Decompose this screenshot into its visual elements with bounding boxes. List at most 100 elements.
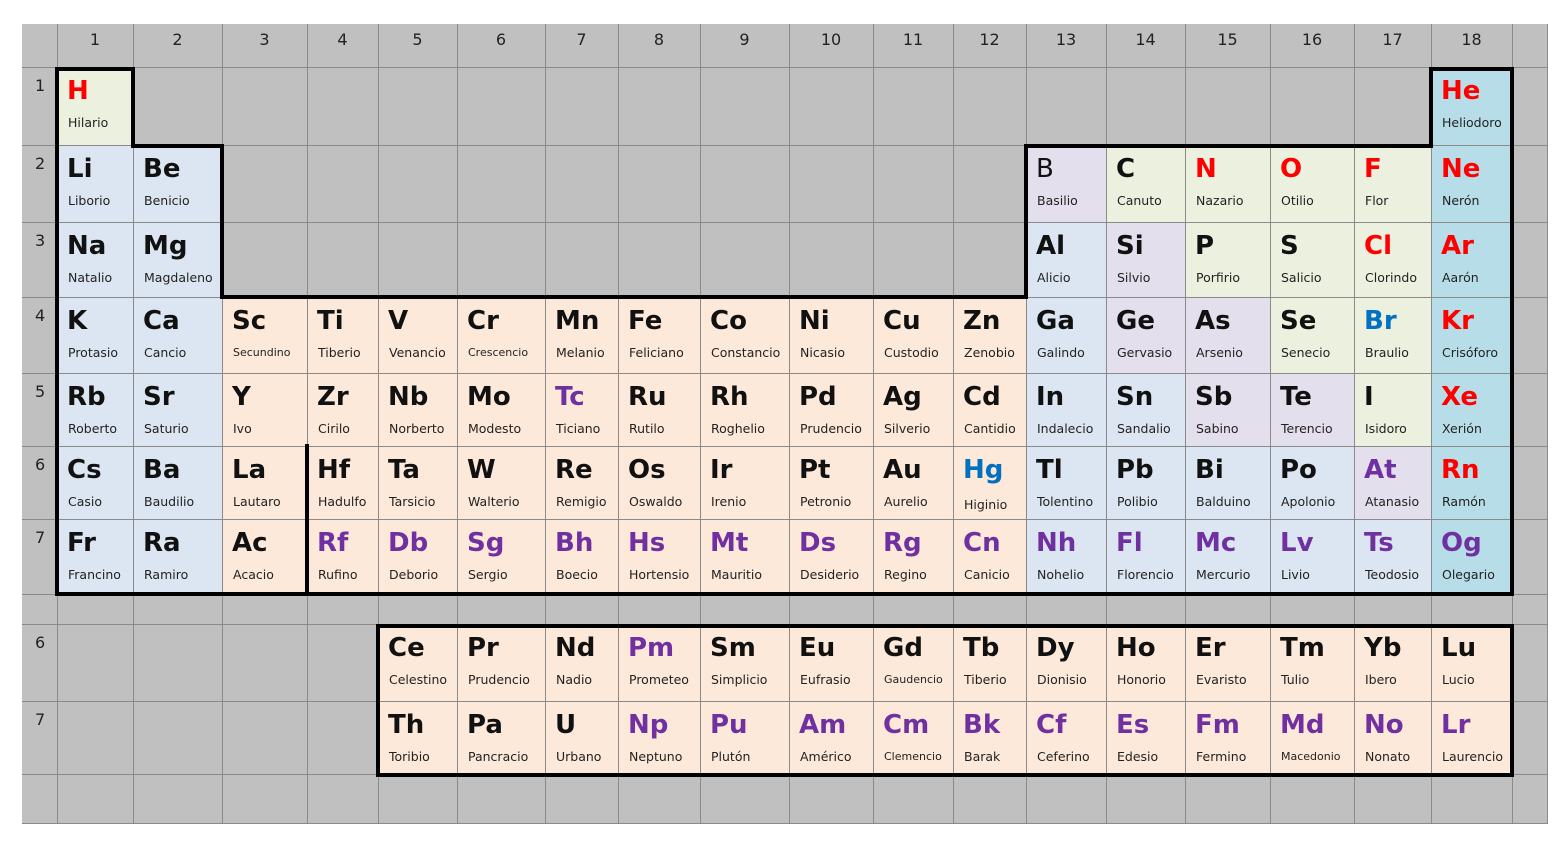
element-symbol: Pd	[799, 382, 837, 412]
element-symbol: H	[67, 76, 89, 106]
element-cell-co: Co Constancio	[701, 298, 789, 373]
element-cell-gd: Gd Gaudencio	[874, 625, 953, 701]
element-symbol: Rg	[883, 528, 922, 558]
element-name: Polibio	[1117, 494, 1158, 509]
element-symbol: Md	[1280, 710, 1325, 740]
element-name: Lautaro	[233, 494, 281, 509]
outline-border	[1024, 144, 1433, 148]
element-symbol: Cr	[467, 306, 499, 336]
element-name: Melanio	[556, 345, 605, 360]
element-name: Francino	[68, 567, 121, 582]
element-cell-cn: Cn Canicio	[954, 520, 1026, 594]
element-name: Balduino	[1196, 494, 1251, 509]
element-name: Ramón	[1442, 494, 1486, 509]
group-number-header: 18	[1461, 30, 1482, 49]
element-name: Laurencio	[1442, 749, 1504, 764]
element-symbol: At	[1364, 455, 1397, 485]
element-symbol: Pt	[799, 455, 831, 485]
element-name: Olegario	[1442, 567, 1495, 582]
element-cell-fl: Fl Florencio	[1107, 520, 1185, 594]
element-symbol: Hf	[317, 455, 351, 485]
element-name: Neptuno	[629, 749, 683, 764]
element-name: Clemencio	[884, 750, 942, 763]
element-cell-nh: Nh Nohelio	[1027, 520, 1106, 594]
element-name: Nerón	[1442, 193, 1480, 208]
element-name: Simplicio	[711, 672, 768, 687]
element-cell-br: Br Braulio	[1355, 298, 1431, 373]
period-number-header: 5	[35, 382, 46, 401]
element-symbol: Ge	[1116, 306, 1155, 336]
element-cell-eu: Eu Eufrasio	[790, 625, 873, 701]
element-name: Nadio	[556, 672, 593, 687]
f-block-separator	[305, 444, 309, 596]
element-name: Deborio	[389, 567, 439, 582]
element-name: Celestino	[389, 672, 448, 687]
element-name: Fermino	[1196, 749, 1247, 764]
outline-border	[1510, 624, 1514, 777]
element-cell-pr: Pr Prudencio	[458, 625, 545, 701]
element-symbol: Ra	[143, 528, 181, 558]
element-name: Ticiano	[556, 421, 601, 436]
element-cell-rh: Rh Roghelio	[701, 374, 789, 446]
element-name: Natalio	[68, 270, 113, 285]
element-cell-lu: Lu Lucio	[1432, 625, 1512, 701]
element-cell-po: Po Apolonio	[1271, 447, 1354, 519]
group-number-header: 3	[259, 30, 270, 49]
element-name: Constancio	[711, 345, 781, 360]
element-cell-nb: Nb Norberto	[379, 374, 457, 446]
element-symbol: I	[1364, 382, 1374, 412]
element-symbol: Db	[388, 528, 429, 558]
element-symbol: Tb	[963, 633, 1000, 663]
element-symbol: Og	[1441, 528, 1482, 558]
element-name: Teodosio	[1365, 567, 1420, 582]
element-symbol: Lu	[1441, 633, 1477, 663]
element-symbol: Se	[1280, 306, 1317, 336]
element-name: Canicio	[964, 567, 1010, 582]
element-cell-sg: Sg Sergio	[458, 520, 545, 594]
element-cell-sm: Sm Simplicio	[701, 625, 789, 701]
element-symbol: Na	[67, 231, 107, 261]
element-name: Indalecio	[1037, 421, 1094, 436]
element-name: Braulio	[1365, 345, 1409, 360]
element-cell-he: He Heliodoro	[1432, 68, 1512, 145]
element-symbol: Fr	[67, 528, 96, 558]
element-name: Xerión	[1442, 421, 1482, 436]
element-cell-tm: Tm Tulio	[1271, 625, 1354, 701]
element-name: Heliodoro	[1442, 115, 1502, 130]
element-name: Senecio	[1281, 345, 1331, 360]
element-name: Magdaleno	[144, 270, 213, 285]
element-symbol: Re	[555, 455, 593, 485]
element-cell-pm: Pm Prometeo	[619, 625, 700, 701]
element-symbol: Be	[143, 154, 181, 184]
element-name: Liborio	[68, 193, 111, 208]
element-cell-pb: Pb Polibio	[1107, 447, 1185, 519]
element-cell-o: O Otilio	[1271, 146, 1354, 222]
element-cell-mg: Mg Magdaleno	[134, 223, 222, 297]
element-name: Rufino	[318, 567, 358, 582]
element-name: Mercurio	[1196, 567, 1251, 582]
outline-border	[131, 67, 135, 148]
group-number-header: 9	[739, 30, 750, 49]
element-symbol: Ce	[388, 633, 425, 663]
element-name: Edesio	[1117, 749, 1159, 764]
element-cell-ti: Ti Tiberio	[308, 298, 378, 373]
element-cell-ar: Ar Aarón	[1432, 223, 1512, 297]
element-cell-u: U Urbano	[546, 702, 618, 774]
element-cell-hg: Hg Higinio	[954, 447, 1026, 519]
element-symbol: Al	[1036, 231, 1066, 261]
element-cell-rf: Rf Rufino	[308, 520, 378, 594]
element-name: Toribio	[389, 749, 430, 764]
outline-border	[220, 295, 1028, 299]
element-cell-cu: Cu Custodio	[874, 298, 953, 373]
element-cell-sb: Sb Sabino	[1186, 374, 1270, 446]
element-cell-ts: Ts Teodosio	[1355, 520, 1431, 594]
element-cell-te: Te Terencio	[1271, 374, 1354, 446]
element-symbol: Si	[1116, 231, 1144, 261]
element-symbol: Mo	[467, 382, 511, 412]
element-name: Secundino	[233, 346, 291, 359]
element-name: Mauritio	[711, 567, 763, 582]
group-number-header: 15	[1217, 30, 1238, 49]
element-name: Walterio	[468, 494, 520, 509]
element-cell-b: B Basilio	[1027, 146, 1106, 222]
element-symbol: Xe	[1441, 382, 1478, 412]
